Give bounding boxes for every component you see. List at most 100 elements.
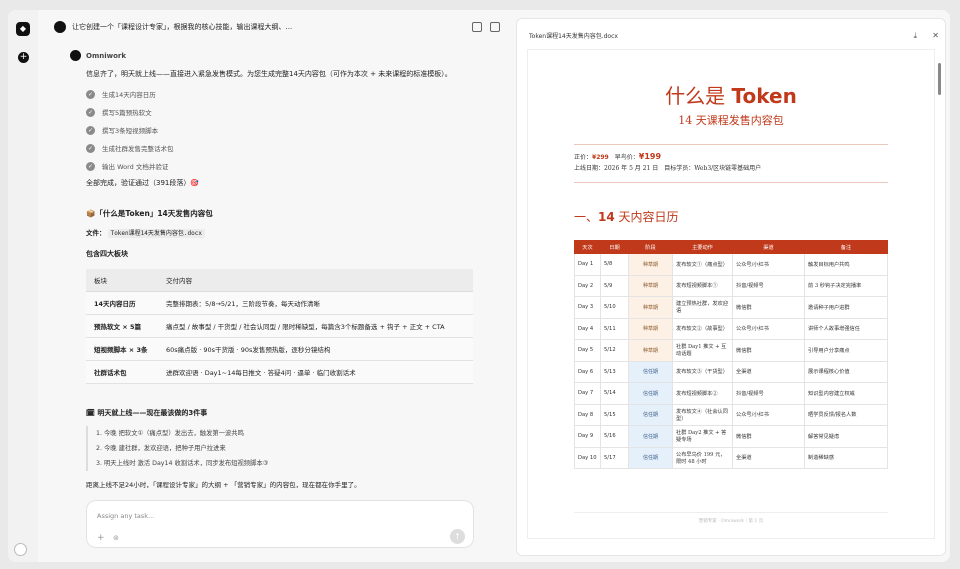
table-cell: Day 4 — [574, 317, 601, 340]
file-link[interactable]: Token课程14天发售内容包.docx — [107, 229, 205, 238]
section-title: 天内容日历 — [618, 210, 679, 224]
table-cell: 制造稀缺感 — [804, 446, 888, 469]
column-header: 板块 — [86, 269, 158, 292]
close-icon[interactable]: ✕ — [932, 31, 939, 40]
task-input[interactable]: Assign any task... — [97, 512, 154, 520]
task-input-box[interactable]: Assign any task... + ⊚ ↑ — [86, 500, 474, 548]
step-item: ✓ 撰写5篇预热软文 — [86, 103, 506, 121]
check-icon: ✓ — [86, 125, 95, 135]
table-cell: Day 10 — [574, 446, 601, 469]
file-label: 文件： — [86, 229, 106, 237]
file-line: 文件： Token课程14天发售内容包.docx — [86, 227, 506, 238]
app-logo-icon[interactable]: ◆ — [16, 22, 30, 36]
table-cell: 信任期 — [628, 403, 673, 426]
table-header-row: 板块 交付内容 — [86, 269, 473, 292]
check-icon: ✓ — [86, 143, 95, 153]
table-cell: 痛点型 / 故事型 / 干货型 / 社会认同型 / 限时稀缺型，每篇含3个标题备… — [158, 314, 473, 338]
table-cell: 信任期 — [628, 425, 673, 448]
blocks-table: 板块 交付内容 14天内容日历 完整排期表：5/8→5/21，三阶段节奏，每天动作… — [86, 269, 473, 384]
doc-scrollbar[interactable] — [938, 63, 941, 95]
table-cell: Day 5 — [574, 339, 601, 362]
todo-list: 1. 今晚 把软文①（痛点型）发出去，触发第一波共鸣 2. 今晚 建社群，发欢迎… — [86, 425, 506, 471]
chat-panel: 让它创建一个「课程设计专家」，根据我的核心技能，输出课程大纲、... Omniw… — [38, 10, 534, 562]
send-button[interactable]: ↑ — [450, 529, 465, 544]
closing-text: 距离上线不足24小时，「课程设计专家」的大纲 + 「营销专家」的内容包，现在都在… — [86, 480, 361, 489]
table-cell: Day 9 — [574, 425, 601, 448]
author-name: Omniwork — [86, 51, 127, 60]
table-cell: 5/13 — [600, 360, 629, 383]
table-cell: 引导用户分享痛点 — [804, 339, 888, 362]
share-icon[interactable] — [472, 22, 482, 32]
table-cell: Day 6 — [574, 360, 601, 383]
table-cell: Day 2 — [574, 274, 601, 297]
assistant-message: Omniwork 信息齐了，明天就上线——直接进入紧急发售模式。为您生成完整14… — [70, 50, 506, 489]
table-cell: 知识型内容建立权威 — [804, 382, 888, 405]
table-cell: 信任期 — [628, 382, 673, 405]
check-icon: ✓ — [86, 89, 95, 99]
divider — [574, 512, 888, 513]
early-label: 早鸟价： — [614, 154, 639, 161]
column-header: 阶段 — [628, 240, 673, 254]
table-cell: 微信群 — [732, 296, 805, 319]
author-avatar-icon — [70, 50, 81, 61]
chat-title: 让它创建一个「课程设计专家」，根据我的核心技能，输出课程大纲、... — [72, 23, 293, 31]
table-cell: 进群欢迎语 · Day1~14每日推文 · 答疑4问 · 逼单 · 临门收割话术 — [158, 360, 473, 384]
table-cell: 5/9 — [600, 274, 629, 297]
column-header: 天次 — [574, 240, 601, 254]
table-row: Day 9 5/16 信任期 社群 Day2 推文 + 答疑专场 微信群 解答常见疑虑 — [574, 425, 888, 448]
table-cell: 全渠道 — [732, 360, 805, 383]
table-cell: 5/11 — [600, 317, 629, 340]
add-icon[interactable]: + — [97, 533, 105, 543]
calendar-table: 天次 日期 阶段 主要动作 渠道 备注 Day 1 5/8 种草期 发布软文①（痛点型… — [574, 240, 888, 469]
table-cell: 信任期 — [628, 446, 673, 469]
table-row: 短视频脚本 × 3条 60s痛点版 · 90s干货版 · 90s发售预热版，逐秒分… — [86, 337, 473, 361]
table-row: 14天内容日历 完整排期表：5/8→5/21，三阶段节奏，每天动作清晰 — [86, 291, 473, 315]
table-cell: 邀请种子用户进群 — [804, 296, 888, 319]
step-label: 输出 Word 文档并验证 — [102, 163, 169, 171]
table-row: Day 6 5/13 信任期 发布软文③（干货型） 全渠道 展示课程核心价值 — [574, 360, 888, 383]
step-label: 生成14天内容日历 — [102, 91, 156, 99]
table-cell: 14天内容日历 — [86, 291, 158, 315]
table-cell: 5/14 — [600, 382, 629, 405]
doc-title: 什么是 Token — [528, 80, 934, 109]
table-cell: Day 8 — [574, 403, 601, 426]
package-heading: 📦「什么是Token」14天发售内容包 — [86, 209, 213, 218]
table-cell: 种草期 — [628, 317, 673, 340]
download-icon[interactable]: ⤓ — [913, 31, 917, 41]
check-icon: ✓ — [86, 107, 95, 117]
table-cell: 社群 Day2 推文 + 答疑专场 — [672, 425, 733, 448]
attach-icon[interactable]: ⊚ — [113, 534, 119, 542]
table-cell: 5/17 — [600, 446, 629, 469]
divider — [574, 144, 888, 145]
check-icon: ✓ — [86, 161, 95, 171]
list-item: 2. 今晚 建社群，发欢迎语，把种子用户拉进来 — [96, 444, 226, 452]
blocks-heading: 包含四大板块 — [86, 250, 128, 258]
table-cell: 种草期 — [628, 339, 673, 362]
table-cell: 微信群 — [732, 339, 805, 362]
step-item: ✓ 生成社群发售完整话术包 — [86, 139, 506, 157]
table-cell: 发布短视频脚本① — [672, 274, 733, 297]
document-preview: Token课程14天发售内容包.docx ⤓ ✕ 什么是 Token 14 天课… — [516, 18, 946, 556]
column-header: 备注 — [804, 240, 888, 254]
panel-toggle-icon[interactable] — [490, 22, 500, 32]
chat-topbar: 让它创建一个「课程设计专家」，根据我的核心技能，输出课程大纲、... — [54, 18, 500, 36]
early-price: ¥199 — [638, 152, 662, 161]
table-cell: 公众号/小红书 — [732, 403, 805, 426]
table-cell: 5/8 — [600, 253, 629, 276]
doc-title-main: Token — [731, 84, 797, 108]
doc-title-prefix: 什么是 — [665, 84, 726, 108]
table-cell: 60s痛点版 · 90s干货版 · 90s发售预热版，逐秒分镜结构 — [158, 337, 473, 361]
message-author: Omniwork — [70, 50, 506, 61]
table-cell: 发布软文②（故事型） — [672, 317, 733, 340]
step-label: 生成社群发售完整话术包 — [102, 145, 174, 153]
table-row: Day 3 5/10 种草期 建立预热社群，发欢迎语 微信群 邀请种子用户进群 — [574, 296, 888, 319]
doc-page: 什么是 Token 14 天课程发售内容包 正价：¥299 早鸟价：¥199 上… — [527, 49, 935, 539]
user-avatar[interactable] — [14, 543, 27, 556]
doc-subtitle: 14 天课程发售内容包 — [678, 114, 784, 127]
table-cell: Day 3 — [574, 296, 601, 319]
new-task-icon[interactable]: + — [18, 52, 29, 63]
table-cell: 种草期 — [628, 296, 673, 319]
table-cell: 解答常见疑虑 — [804, 425, 888, 448]
table-cell: 信任期 — [628, 360, 673, 383]
table-header-row: 天次 日期 阶段 主要动作 渠道 备注 — [574, 240, 888, 254]
